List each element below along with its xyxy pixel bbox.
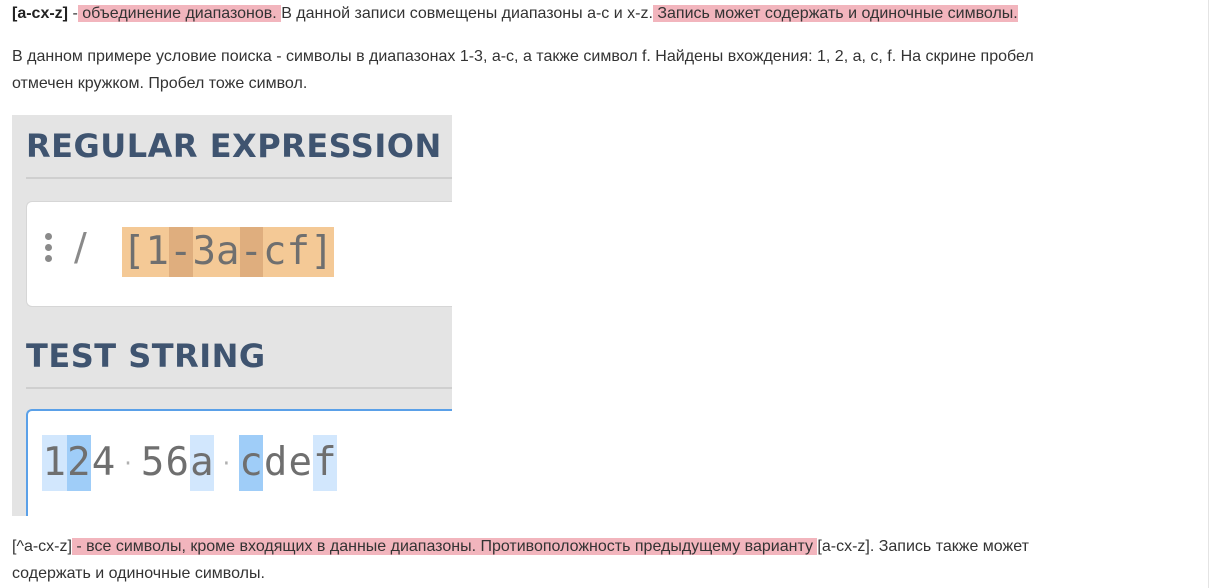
paragraph-example-line1: В данном примере условие поиска - символ… (12, 48, 1034, 65)
test-char-match: a (189, 435, 215, 491)
term-negated-range: [^a-cx-z] (12, 538, 72, 555)
test-char: 4 (91, 440, 116, 485)
highlight-note: Запись может содержать и одиночные симво… (652, 5, 1018, 22)
regex-heading: REGULAR EXPRESSION (26, 127, 442, 165)
test-char: 6 (165, 440, 189, 485)
paragraph-example-line2: отмечен кружком. Пробел тоже символ. (12, 75, 308, 92)
test-char-match: f (312, 435, 338, 491)
test-char-match: 2 (66, 435, 92, 491)
divider (26, 177, 452, 179)
plain-text: В данной записи совмещены диапазоны a-c … (281, 5, 653, 22)
paragraph-union-ranges: [a-cx-z] - объединение диапазонов. В дан… (12, 4, 1018, 24)
regex-char: ] (310, 227, 334, 277)
page-scrollbar[interactable] (1208, 0, 1223, 588)
regex-char: f (286, 227, 310, 277)
regex-char: 3 (192, 227, 216, 277)
regex-char: 1 (145, 227, 169, 277)
test-char-match: 1 (42, 435, 67, 491)
test-string-text: 1 2 4 · 5 6 a · c d e f (42, 435, 338, 491)
dash: - (68, 5, 78, 22)
test-string-heading: TEST STRING (26, 337, 266, 375)
regex-char: c (263, 227, 287, 277)
paragraph-negated-ranges: [^a-cx-z] - все символы, кроме входящих … (12, 537, 1029, 557)
plain-text: [a-cx-z]. Запись также может (817, 538, 1029, 555)
test-char: 5 (140, 440, 165, 485)
regex-char: [ (122, 227, 146, 277)
test-char-match: c (238, 435, 264, 491)
term-range-union: [a-cx-z] (12, 5, 69, 22)
flags-menu-icon[interactable] (45, 233, 53, 267)
highlight-definition: - все символы, кроме входящих в данные д… (71, 538, 818, 555)
regex-pattern[interactable]: [1-3 a - c f] (122, 227, 334, 277)
regex-char: - (169, 227, 193, 277)
space-marker: · (220, 451, 233, 475)
regex-delimiter: / (74, 225, 87, 269)
regex-char: - (239, 227, 263, 277)
paragraph-negated-line2: содержать и одиночные символы. (12, 565, 265, 582)
test-char: d (263, 440, 288, 485)
regex-char: a (216, 227, 240, 277)
regex-tester-screenshot: REGULAR EXPRESSION / [1-3 a - c f] TEST STRI… (12, 115, 452, 516)
divider (26, 387, 452, 389)
highlight-definition: объединение диапазонов. (77, 5, 282, 22)
test-char: e (288, 440, 312, 485)
space-marker: · (122, 451, 135, 475)
